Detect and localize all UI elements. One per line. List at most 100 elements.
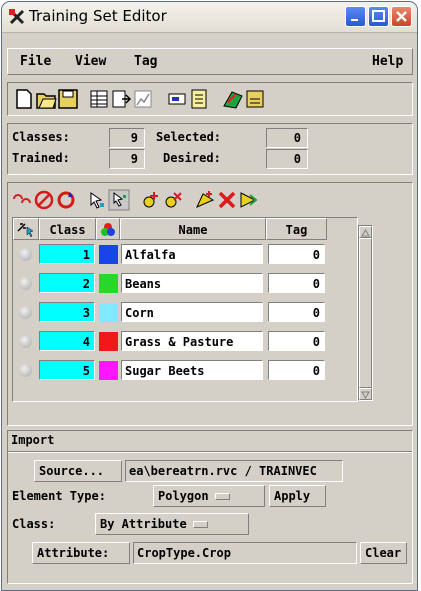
import-panel: Import Source... ea\bereatrn.rvc / TRAIN… [7,430,413,584]
select-point-icon[interactable] [86,189,108,211]
apply-button[interactable]: Apply [269,485,326,507]
table-row[interactable]: 3 Corn 0 [13,301,357,324]
color-swatch[interactable] [99,361,118,380]
selected-label: Selected: [156,130,222,144]
title-bar[interactable]: Training Set Editor [2,2,417,33]
table-row[interactable]: 5 Sugar Beets 0 [13,359,357,382]
minimize-button[interactable] [345,6,366,27]
color-swatch[interactable] [99,332,118,351]
row-select-radio[interactable] [19,335,32,348]
class-panel: Class Name Tag 1 Alfalfa 0 2 Beans 0 3 C… [7,182,413,426]
table-row[interactable]: 4 Grass & Pasture 0 [13,330,357,353]
refresh-icon[interactable] [55,189,77,211]
class-column-header[interactable]: Class [39,218,96,240]
source-button[interactable]: Source... [34,460,122,482]
classes-value: 9 [109,128,145,148]
trained-value: 9 [109,149,145,169]
selected-value: 0 [266,128,308,148]
menu-help[interactable]: Help [372,54,403,69]
name-cell[interactable]: Alfalfa [121,244,263,264]
name-cell[interactable]: Sugar Beets [121,360,263,380]
name-cell[interactable]: Beans [121,273,263,293]
new-icon[interactable] [13,88,35,110]
table-row[interactable]: 1 Alfalfa 0 [13,243,357,266]
attribute-field[interactable]: CropType.Crop [133,542,357,564]
attribute-button[interactable]: Attribute: [32,542,130,564]
row-select-radio[interactable] [19,364,32,377]
export-icon[interactable] [110,88,132,110]
import-heading: Import [11,433,55,447]
merge-icon[interactable] [238,189,260,211]
row-select-radio[interactable] [19,306,32,319]
menu-view[interactable]: View [75,54,106,69]
desired-value: 0 [266,149,308,169]
name-cell[interactable]: Corn [121,302,263,322]
link-icon[interactable] [11,189,33,211]
desired-label: Desired: [163,151,221,165]
tag-cell[interactable]: 0 [268,273,325,293]
table-icon[interactable] [88,88,110,110]
add-all-icon[interactable] [194,189,216,211]
saveas-icon[interactable] [244,88,266,110]
option-menu-indicator-icon [214,493,230,500]
class-cell[interactable]: 4 [39,331,95,351]
remove-class-icon[interactable] [162,189,184,211]
document-icon[interactable] [188,88,210,110]
color-swatch[interactable] [99,245,118,264]
app-window: Training Set Editor File View Tag Help C… [2,2,417,590]
color-swatch[interactable] [99,274,118,293]
add-class-icon[interactable] [140,189,162,211]
color-wheel-icon [101,223,115,236]
scroll-up-button[interactable] [359,226,372,238]
close-button[interactable] [391,6,412,27]
minimize-icon [351,19,358,21]
source-field[interactable]: ea\bereatrn.rvc / TRAINVEC [125,460,343,482]
save-icon[interactable] [57,88,79,110]
option-menu-indicator-icon [192,521,208,528]
tag-cell[interactable]: 0 [268,331,325,351]
scroll-down-button[interactable] [359,388,372,400]
name-cell[interactable]: Grass & Pasture [121,331,263,351]
arrow-up-icon [361,229,370,237]
menu-file[interactable]: File [20,54,51,69]
maximize-button[interactable] [368,6,389,27]
tag-cell[interactable]: 0 [268,360,325,380]
class-cell[interactable]: 1 [39,244,95,264]
class-cell[interactable]: 2 [39,273,95,293]
tag-cell[interactable]: 0 [268,302,325,322]
open-icon[interactable] [35,88,57,110]
class-cell[interactable]: 5 [39,360,95,380]
element-type-select[interactable]: Polygon [153,485,265,507]
sort-icon [17,223,34,238]
list-icon[interactable] [166,88,188,110]
clear-button[interactable]: Clear [360,542,407,564]
import-divider [8,451,412,453]
table-row[interactable]: 2 Beans 0 [13,272,357,295]
color-swatch[interactable] [99,303,118,322]
tag-column-header[interactable]: Tag [266,218,327,240]
class-table: Class Name Tag 1 Alfalfa 0 2 Beans 0 3 C… [12,217,358,402]
main-toolbar [7,82,413,116]
scroll-thumb[interactable] [359,238,372,388]
stats-panel: Classes: 9 Selected: 0 Trained: 9 Desire… [7,123,413,175]
element-type-label: Element Type: [12,489,106,503]
tag-cell[interactable]: 0 [268,244,325,264]
select-multi-icon[interactable] [108,189,130,211]
row-select-radio[interactable] [19,248,32,261]
close-icon [396,11,407,22]
table-scrollbar[interactable] [358,225,373,401]
menu-tag[interactable]: Tag [134,54,157,69]
sort-header[interactable] [13,218,39,240]
class-mode-select[interactable]: By Attribute [95,513,249,535]
delete-icon[interactable] [216,189,238,211]
maximize-icon [372,10,385,22]
name-column-header[interactable]: Name [120,218,266,240]
no-icon[interactable] [33,189,55,211]
class-cell[interactable]: 3 [39,302,95,322]
color-column-header[interactable] [96,218,120,240]
menu-bar: File View Tag Help [7,48,413,75]
classes-label: Classes: [12,130,70,144]
map-icon[interactable] [222,88,244,110]
row-select-radio[interactable] [19,277,32,290]
chart-icon[interactable] [132,88,154,110]
